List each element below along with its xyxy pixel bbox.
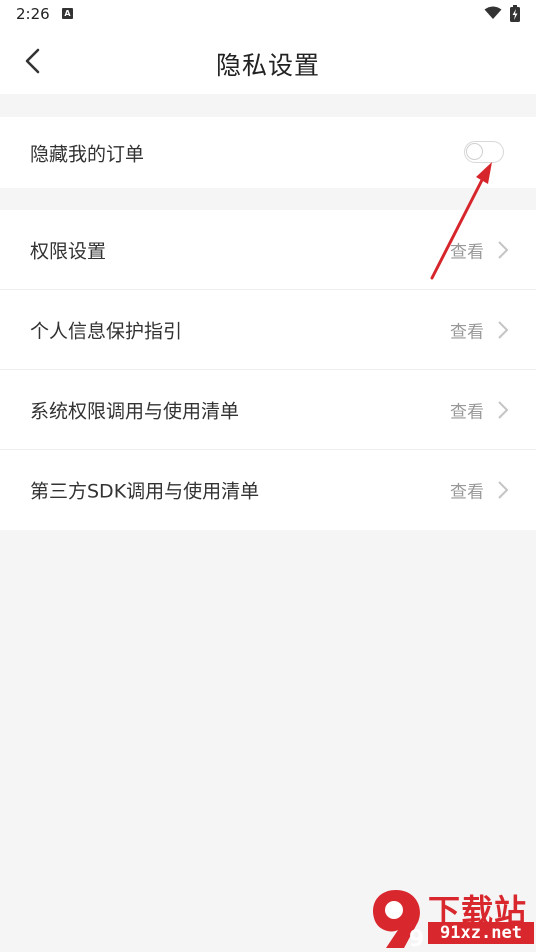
chevron-right-icon [498,321,509,339]
settings-item-privacy-guide[interactable]: 个人信息保护指引 查看 [0,290,536,370]
status-time: 2:26 [16,5,50,23]
chevron-right-icon [498,241,509,259]
toggle-knob [466,143,483,160]
watermark-domain: 91xz.net [428,922,534,944]
settings-item-label: 权限设置 [30,240,107,263]
settings-item-label: 第三方SDK调用与使用清单 [30,480,260,503]
hide-orders-section: 隐藏我的订单 [0,117,536,188]
page-title: 隐私设置 [215,51,320,80]
notification-icon: A [62,8,73,19]
battery-charging-icon [510,5,520,22]
watermark-logo: 9 下载站 91xz.net [364,882,536,952]
screen: 2:26 A 隐私设置 隐藏我的订单 权限设置 查看 个人信息保护指引 查看 系… [0,0,536,952]
settings-list: 权限设置 查看 个人信息保护指引 查看 系统权限调用与使用清单 查看 第三方SD… [0,210,536,530]
chevron-right-icon [498,401,509,419]
settings-item-permissions[interactable]: 权限设置 查看 [0,210,536,290]
hide-orders-row: 隐藏我的订单 [0,117,536,188]
header-bar: 隐私设置 [0,28,536,94]
status-bar: 2:26 A [0,0,536,28]
settings-item-label: 系统权限调用与使用清单 [30,400,240,423]
settings-item-third-party-sdk[interactable]: 第三方SDK调用与使用清单 查看 [0,450,536,530]
view-link[interactable]: 查看 [450,238,484,263]
view-link[interactable]: 查看 [450,398,484,423]
hide-orders-label: 隐藏我的订单 [30,143,145,165]
chevron-right-icon [498,481,509,499]
settings-item-system-permissions[interactable]: 系统权限调用与使用清单 查看 [0,370,536,450]
view-link[interactable]: 查看 [450,478,484,503]
settings-item-label: 个人信息保护指引 [30,320,183,343]
wifi-icon [484,6,502,19]
hide-orders-toggle[interactable] [464,141,504,163]
view-link[interactable]: 查看 [450,318,484,343]
watermark-badge-icon: 9 [372,890,424,950]
watermark-badge-text: 9 [409,927,424,950]
